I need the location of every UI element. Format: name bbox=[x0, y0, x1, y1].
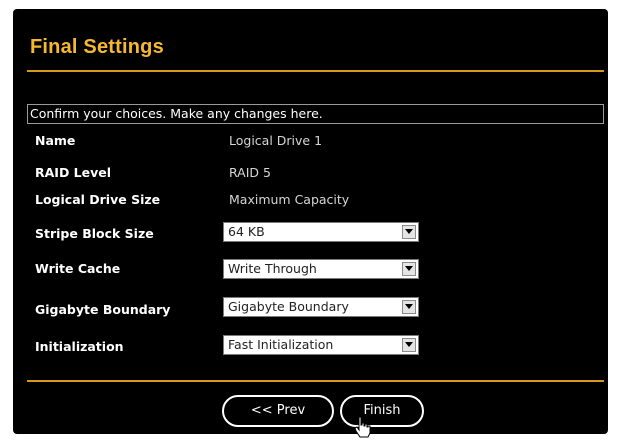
stripe-block-size-value: 64 KB bbox=[228, 224, 265, 239]
write-cache-value: Write Through bbox=[228, 261, 317, 276]
chevron-down-icon[interactable] bbox=[402, 300, 416, 314]
initialization-label: Initialization bbox=[35, 339, 124, 354]
write-cache-select[interactable]: Write Through bbox=[223, 259, 419, 279]
raid-level-value: RAID 5 bbox=[229, 165, 271, 180]
title-divider bbox=[27, 70, 604, 72]
wizard-panel: Final Settings Confirm your choices. Mak… bbox=[13, 9, 608, 438]
gigabyte-boundary-select[interactable]: Gigabyte Boundary bbox=[223, 297, 419, 317]
name-value: Logical Drive 1 bbox=[229, 133, 323, 148]
stripe-block-size-select[interactable]: 64 KB bbox=[223, 222, 419, 242]
chevron-down-icon[interactable] bbox=[402, 338, 416, 352]
page-title: Final Settings bbox=[30, 36, 164, 58]
name-label: Name bbox=[35, 133, 76, 148]
stripe-block-size-label: Stripe Block Size bbox=[35, 226, 154, 241]
prev-button[interactable]: << Prev bbox=[222, 395, 334, 427]
chevron-down-icon[interactable] bbox=[402, 225, 416, 239]
chevron-down-icon[interactable] bbox=[402, 262, 416, 276]
gigabyte-boundary-label: Gigabyte Boundary bbox=[35, 302, 171, 317]
footer-divider bbox=[27, 380, 604, 382]
instruction-text: Confirm your choices. Make any changes h… bbox=[27, 104, 604, 124]
gigabyte-boundary-value: Gigabyte Boundary bbox=[228, 299, 349, 314]
drive-size-label: Logical Drive Size bbox=[35, 192, 161, 207]
raid-level-label: RAID Level bbox=[35, 165, 112, 180]
write-cache-label: Write Cache bbox=[35, 261, 121, 276]
initialization-value: Fast Initialization bbox=[228, 337, 334, 352]
initialization-select[interactable]: Fast Initialization bbox=[223, 335, 419, 355]
drive-size-value: Maximum Capacity bbox=[229, 192, 350, 207]
hand-pointer-icon bbox=[354, 416, 371, 438]
